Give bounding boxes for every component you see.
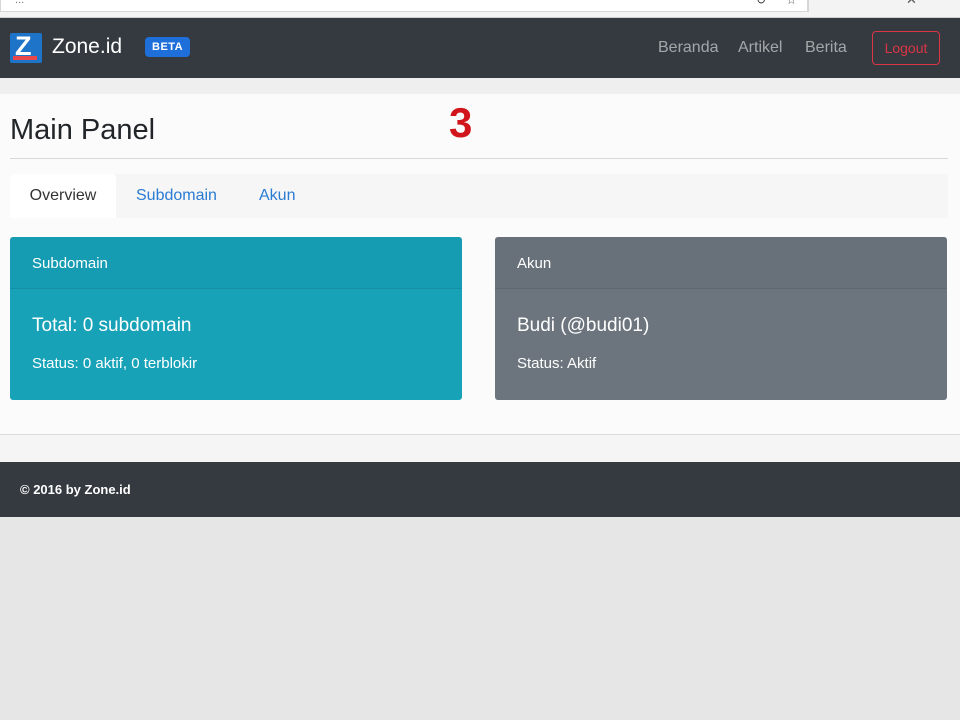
account-username: Budi (@budi01) (517, 315, 650, 336)
page-title: Main Panel (10, 114, 156, 146)
toolbar-divider (808, 0, 809, 12)
page-footer: © 2016 by Zone.id (0, 462, 960, 517)
title-divider (10, 158, 948, 159)
subdomain-status: Status: 0 aktif, 0 terblokir (32, 355, 198, 372)
main-content: Main Panel 3 Overview Subdomain Akun Sub… (0, 78, 960, 462)
zone-logo-icon[interactable]: Z (10, 31, 42, 63)
subdomain-total: Total: 0 subdomain (32, 315, 192, 336)
tab-bar: Overview Subdomain Akun (10, 174, 948, 218)
reload-icon[interactable]: ↻ (756, 0, 766, 7)
subdomain-card: Subdomain Total: 0 subdomain Status: 0 a… (10, 237, 462, 400)
nav-link-artikel[interactable]: Artikel (738, 39, 782, 57)
address-bar[interactable]: ... (0, 0, 808, 12)
logo-accent-bar (13, 56, 37, 60)
account-status: Status: Aktif (517, 355, 597, 372)
logout-button[interactable]: Logout (872, 31, 940, 65)
beta-badge: BETA (145, 37, 191, 57)
tab-subdomain[interactable]: Subdomain (136, 174, 217, 218)
top-navbar: Z Zone.id BETA Beranda Artikel Berita Lo… (0, 18, 960, 78)
step-number-annotation: 3 (449, 99, 473, 146)
nav-link-beranda[interactable]: Beranda (658, 39, 719, 57)
tab-overview[interactable]: Overview (10, 174, 116, 218)
content-bottom-band (0, 435, 960, 462)
url-text: ... (15, 0, 25, 6)
close-window-icon[interactable]: ✕ (906, 0, 917, 8)
tab-akun[interactable]: Akun (259, 174, 295, 218)
account-card-header: Akun (495, 237, 947, 289)
navbar-shadow (0, 78, 960, 94)
subdomain-card-header: Subdomain (10, 237, 462, 289)
account-card: Akun Budi (@budi01) Status: Aktif (495, 237, 947, 400)
nav-link-berita[interactable]: Berita (805, 39, 847, 57)
bookmark-star-icon[interactable]: ☆ (786, 0, 797, 7)
browser-toolbar: ... ↻ ☆ ✕ (0, 0, 960, 18)
brand-name[interactable]: Zone.id (52, 35, 122, 59)
footer-copyright: © 2016 by Zone.id (20, 482, 131, 497)
